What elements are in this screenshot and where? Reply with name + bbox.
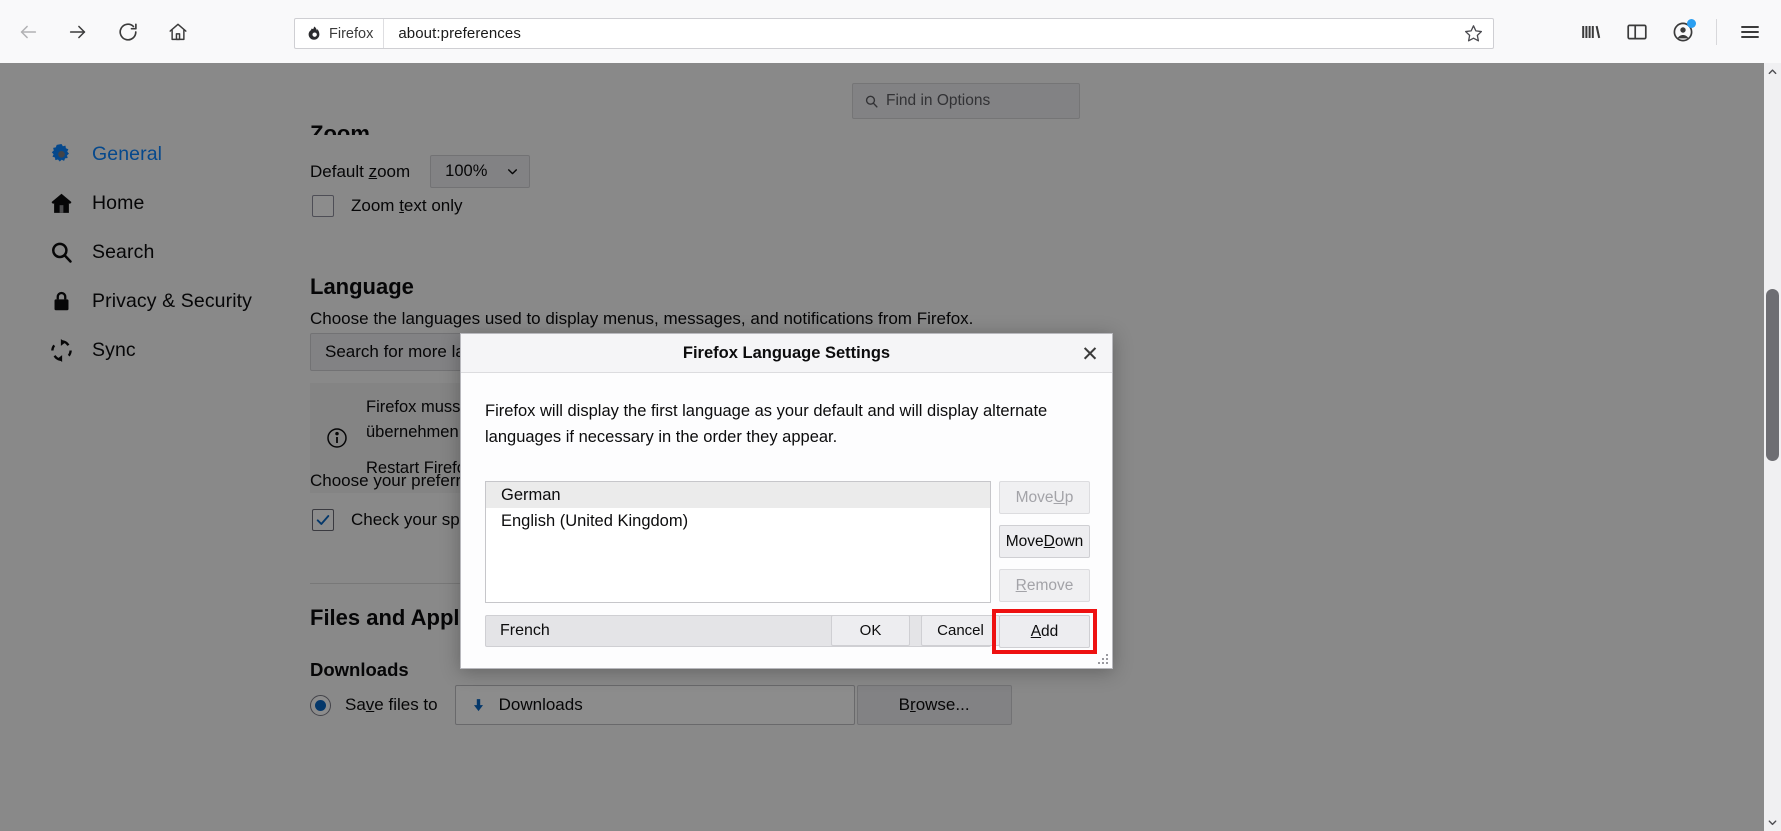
browser-toolbar: Firefox about:preferences [0, 0, 1781, 63]
address-bar[interactable]: Firefox about:preferences [294, 18, 1494, 49]
bookmark-star-icon [1464, 25, 1482, 42]
library-icon [1582, 25, 1601, 38]
dialog-titlebar: Firefox Language Settings ✕ [461, 334, 1112, 373]
home-button[interactable] [156, 10, 200, 54]
identity-box[interactable]: Firefox [295, 19, 385, 48]
list-action-buttons: Move Up Move Down Remove [999, 481, 1090, 602]
url-text[interactable]: about:preferences [384, 25, 1453, 42]
library-button[interactable] [1570, 10, 1612, 54]
add-button-highlight: Add [992, 609, 1097, 654]
dialog-resize-grip[interactable] [1098, 654, 1109, 665]
list-item[interactable]: German [486, 482, 990, 508]
sidebar-icon [1627, 24, 1647, 39]
close-icon[interactable]: ✕ [1076, 340, 1104, 368]
scroll-down-arrow[interactable] [1764, 814, 1781, 831]
toolbar-separator [1716, 18, 1717, 45]
account-button[interactable] [1662, 10, 1704, 54]
chevron-down-icon [1768, 820, 1777, 826]
arrow-left-icon [20, 25, 37, 38]
firefox-logo-icon [308, 26, 320, 40]
move-up-button[interactable]: Move Up [999, 481, 1090, 514]
language-list[interactable]: German English (United Kingdom) [485, 481, 991, 603]
reload-icon [119, 22, 137, 41]
language-settings-dialog: Firefox Language Settings ✕ Firefox will… [460, 333, 1113, 669]
back-button[interactable] [6, 10, 50, 54]
add-button[interactable]: Add [999, 615, 1090, 648]
hamburger-menu-icon [1741, 25, 1759, 38]
dialog-body: Firefox will display the first language … [461, 373, 1112, 654]
sidebar-button[interactable] [1616, 10, 1658, 54]
account-notification-badge [1687, 18, 1696, 28]
forward-button[interactable] [56, 10, 100, 54]
remove-button[interactable]: Remove [999, 569, 1090, 602]
identity-label: Firefox [329, 25, 374, 42]
home-icon [169, 23, 187, 40]
navigation-buttons [0, 10, 200, 54]
scrollbar-thumb[interactable] [1766, 289, 1779, 461]
chevron-up-icon [1768, 69, 1777, 75]
ok-button[interactable]: OK [831, 615, 910, 646]
menu-button[interactable] [1729, 10, 1771, 54]
list-item[interactable]: English (United Kingdom) [486, 508, 990, 534]
arrow-right-icon [69, 25, 86, 38]
bookmark-star-button[interactable] [1453, 19, 1493, 48]
preferences-page: General Home Search Privacy & Security S… [0, 63, 1781, 831]
scroll-up-arrow[interactable] [1764, 63, 1781, 80]
move-down-button[interactable]: Move Down [999, 525, 1090, 558]
page-scrollbar[interactable] [1764, 63, 1781, 831]
dialog-description: Firefox will display the first language … [485, 402, 1048, 446]
dialog-title: Firefox Language Settings [682, 343, 891, 362]
reload-button[interactable] [106, 10, 150, 54]
toolbar-right-buttons [1570, 0, 1781, 63]
address-bar-container: Firefox about:preferences [294, 18, 1494, 49]
cancel-button[interactable]: Cancel [921, 615, 1000, 646]
